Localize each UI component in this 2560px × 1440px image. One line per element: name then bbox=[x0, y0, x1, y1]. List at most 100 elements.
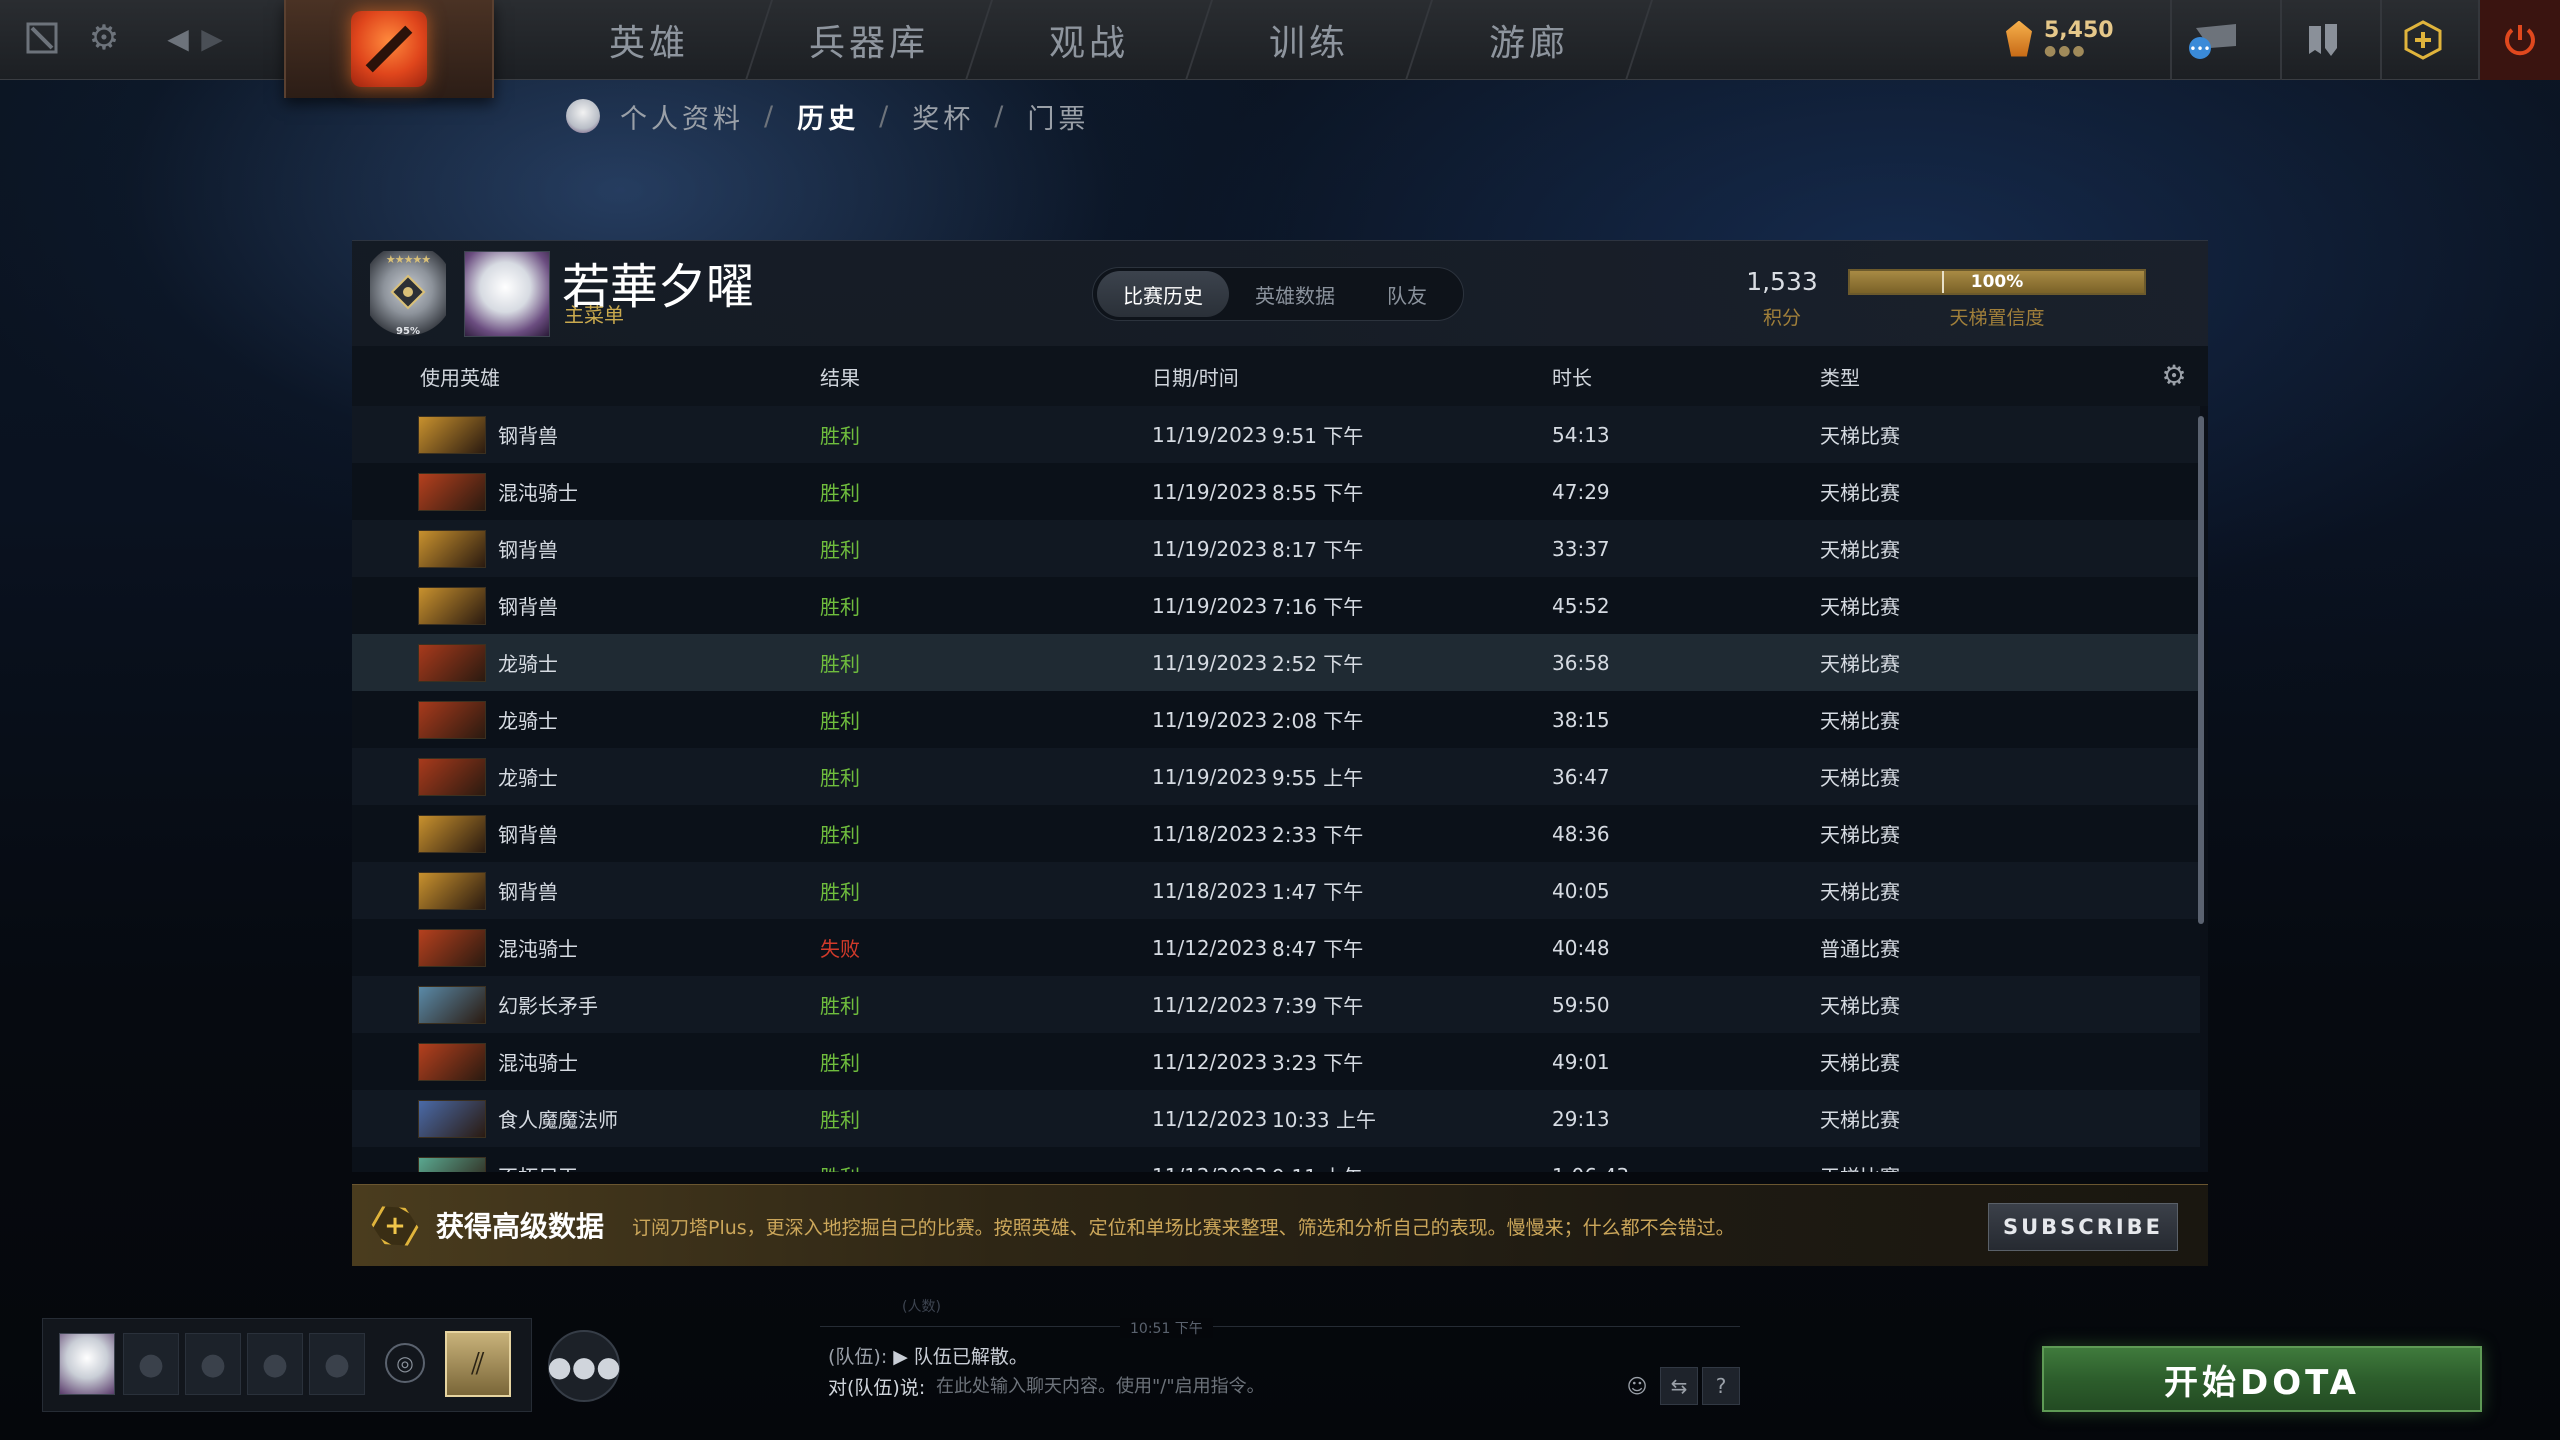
chat-input[interactable] bbox=[936, 1366, 1614, 1406]
voice-chat-icon[interactable]: ◎ bbox=[385, 1343, 425, 1383]
nav-tab-learn[interactable]: 训练 bbox=[1187, 0, 1433, 80]
match-time: 1:47 下午 bbox=[1272, 880, 1364, 904]
hero-portrait-icon bbox=[418, 758, 486, 796]
chat-timestamp: 10:51 下午 bbox=[1120, 1318, 1213, 1338]
table-row[interactable]: 龙骑士 胜利 11/19/2023 9:55 上午 36:47 天梯比赛 bbox=[352, 748, 2200, 805]
nav-tab-watch[interactable]: 观战 bbox=[967, 0, 1213, 80]
profile-header: ★★★★★ 95% 若華夕曜 主菜单 比赛历史 英雄数据 队友 1,533 积分… bbox=[352, 240, 2208, 346]
match-duration: 40:48 bbox=[1552, 935, 1610, 960]
crumb-trophies[interactable]: 奖杯 bbox=[912, 97, 974, 136]
table-row[interactable]: 食人魔魔法师 胜利 11/12/2023 10:33 上午 29:13 天梯比赛 bbox=[352, 1090, 2200, 1147]
table-row[interactable]: 混沌骑士 失败 11/12/2023 8:47 下午 40:48 普通比赛 bbox=[352, 919, 2200, 976]
nav-tab-label: 观战 bbox=[1048, 23, 1129, 64]
table-row[interactable]: 混沌骑士 胜利 11/12/2023 3:23 下午 49:01 天梯比赛 bbox=[352, 1033, 2200, 1090]
subscribe-button[interactable]: SUBSCRIBE bbox=[1988, 1203, 2178, 1251]
friends-icon[interactable]: ●●● bbox=[547, 1330, 621, 1402]
table-row[interactable]: 钢背兽 胜利 11/18/2023 1:47 下午 40:05 天梯比赛 bbox=[352, 862, 2200, 919]
armory-icon[interactable] bbox=[2280, 0, 2364, 80]
avatar[interactable] bbox=[59, 1333, 115, 1395]
hero-name: 食人魔魔法师 bbox=[498, 1108, 618, 1132]
dota-plus-banner: + 获得高级数据 订阅刀塔Plus，更深入地挖掘自己的比赛。按照英雄、定位和单场… bbox=[352, 1184, 2208, 1266]
table-row[interactable]: 钢背兽 胜利 11/19/2023 9:51 下午 54:13 天梯比赛 bbox=[352, 406, 2200, 463]
plus-title: 获得高级数据 bbox=[436, 1210, 605, 1243]
col-datetime[interactable]: 日期/时间 bbox=[1152, 346, 1239, 406]
chat-channel: (队伍): bbox=[828, 1346, 888, 1368]
crumb-tickets[interactable]: 门票 bbox=[1027, 97, 1089, 136]
col-duration[interactable]: 时长 bbox=[1552, 346, 1592, 406]
match-date: 11/18/2023 bbox=[1152, 821, 1268, 846]
match-type: 天梯比赛 bbox=[1820, 994, 1900, 1018]
match-duration: 36:58 bbox=[1552, 650, 1610, 675]
table-row[interactable]: 钢背兽 胜利 11/19/2023 8:17 下午 33:37 天梯比赛 bbox=[352, 520, 2200, 577]
match-date: 11/19/2023 bbox=[1152, 707, 1268, 732]
chat-wheel-icon[interactable]: ⇆ bbox=[1660, 1367, 1698, 1405]
rank-stars: ★★★★★ bbox=[385, 253, 431, 266]
gear-icon[interactable]: ⚙ bbox=[2160, 362, 2188, 390]
chevron-right-icon[interactable]: ▶ bbox=[190, 16, 234, 60]
rank-badge-icon[interactable]: ⫽ bbox=[445, 1331, 511, 1397]
col-type[interactable]: 类型 bbox=[1820, 346, 1860, 406]
match-duration: 36:47 bbox=[1552, 764, 1610, 789]
crumb-profile[interactable]: 个人资料 bbox=[620, 97, 744, 136]
crumb-history[interactable]: 历史 bbox=[797, 97, 859, 136]
chat-target-label[interactable]: 对(队伍)说: bbox=[820, 1373, 936, 1400]
party-slot-empty-icon[interactable]: ● bbox=[185, 1333, 241, 1395]
col-hero[interactable]: 使用英雄 bbox=[420, 346, 500, 406]
nav-tab-label: 英雄 bbox=[608, 23, 689, 64]
hero-name: 钢背兽 bbox=[498, 538, 558, 562]
party-slot-empty-icon[interactable]: ● bbox=[309, 1333, 365, 1395]
nav-tab-heroes[interactable]: 英雄 bbox=[527, 0, 773, 80]
shard-icon bbox=[2006, 20, 2032, 57]
match-type: 天梯比赛 bbox=[1820, 1051, 1900, 1075]
match-result: 胜利 bbox=[820, 1051, 860, 1075]
tab-match-history[interactable]: 比赛历史 bbox=[1097, 271, 1229, 317]
match-duration: 49:01 bbox=[1552, 1049, 1610, 1074]
avatar[interactable] bbox=[464, 251, 550, 337]
party-slot-empty-icon[interactable]: ● bbox=[123, 1333, 179, 1395]
rank-medal-icon[interactable]: ★★★★★ 95% bbox=[370, 251, 446, 337]
match-time: 2:52 下午 bbox=[1272, 652, 1364, 676]
nav-tab-label: 兵器库 bbox=[808, 23, 929, 64]
confidence-label: 天梯置信度 bbox=[1949, 307, 2045, 329]
match-result: 胜利 bbox=[820, 1108, 860, 1132]
rank-percent: 95% bbox=[396, 326, 420, 337]
match-date: 11/12/2023 bbox=[1152, 1106, 1268, 1131]
match-type: 天梯比赛 bbox=[1820, 481, 1900, 505]
table-row[interactable]: 幻影长矛手 胜利 11/12/2023 7:39 下午 59:50 天梯比赛 bbox=[352, 976, 2200, 1033]
tab-hero-stats[interactable]: 英雄数据 bbox=[1229, 271, 1361, 317]
match-type: 天梯比赛 bbox=[1820, 538, 1900, 562]
chat-help-button[interactable]: ? bbox=[1702, 1367, 1740, 1405]
tab-teammates[interactable]: 队友 bbox=[1361, 271, 1453, 317]
play-dota-button[interactable]: 开始DOTA bbox=[2042, 1346, 2482, 1412]
table-row[interactable]: 龙骑士 胜利 11/19/2023 2:52 下午 36:58 天梯比赛 bbox=[352, 634, 2200, 691]
match-date: 11/12/2023 bbox=[1152, 1147, 1267, 1173]
party-slot-empty-icon[interactable]: ● bbox=[247, 1333, 303, 1395]
dashboard-icon[interactable] bbox=[20, 16, 64, 60]
match-result: 胜利 bbox=[820, 1147, 860, 1172]
match-date: 11/12/2023 bbox=[1152, 1049, 1268, 1074]
table-body: 钢背兽 胜利 11/19/2023 9:51 下午 54:13 天梯比赛 混沌骑士 胜利 11/… bbox=[352, 406, 2208, 1172]
table-row[interactable]: 钢背兽 胜利 11/18/2023 2:33 下午 48:36 天梯比赛 bbox=[352, 805, 2200, 862]
match-date: 11/19/2023 bbox=[1152, 422, 1268, 447]
table-scrollbar[interactable] bbox=[2198, 416, 2204, 924]
table-row[interactable]: 混沌骑士 胜利 11/19/2023 8:55 下午 47:29 天梯比赛 bbox=[352, 463, 2200, 520]
match-time: 8:55 下午 bbox=[1272, 481, 1364, 505]
match-duration: 33:37 bbox=[1552, 536, 1610, 561]
confidence-text: 100% bbox=[1970, 272, 2024, 292]
col-result[interactable]: 结果 bbox=[820, 346, 860, 406]
nav-tab-arcade[interactable]: 游廊 bbox=[1407, 0, 1653, 80]
gear-icon[interactable]: ⚙ bbox=[82, 16, 126, 60]
chat-bubble-icon[interactable]: ••• bbox=[2170, 0, 2254, 80]
crumb-separator: / bbox=[764, 100, 778, 132]
emoji-icon[interactable]: ☺ bbox=[1618, 1367, 1656, 1405]
power-icon[interactable] bbox=[2478, 0, 2560, 80]
table-row[interactable]: 龙骑士 胜利 11/19/2023 2:08 下午 38:15 天梯比赛 bbox=[352, 691, 2200, 748]
dota-plus-icon[interactable] bbox=[2380, 0, 2464, 80]
table-row[interactable]: 不朽尸王 胜利 11/12/20239:11 上午 1:06:43 天梯比赛 bbox=[352, 1147, 2200, 1172]
hero-portrait-icon bbox=[418, 587, 486, 625]
plus-sign-icon: + bbox=[384, 1211, 406, 1241]
table-row[interactable]: 钢背兽 胜利 11/19/2023 7:16 下午 45:52 天梯比赛 bbox=[352, 577, 2200, 634]
nav-tab-armory[interactable]: 兵器库 bbox=[747, 0, 993, 80]
dota-logo-button[interactable] bbox=[284, 0, 494, 98]
shard-balance[interactable]: 5,450 ●●● bbox=[2006, 18, 2114, 59]
